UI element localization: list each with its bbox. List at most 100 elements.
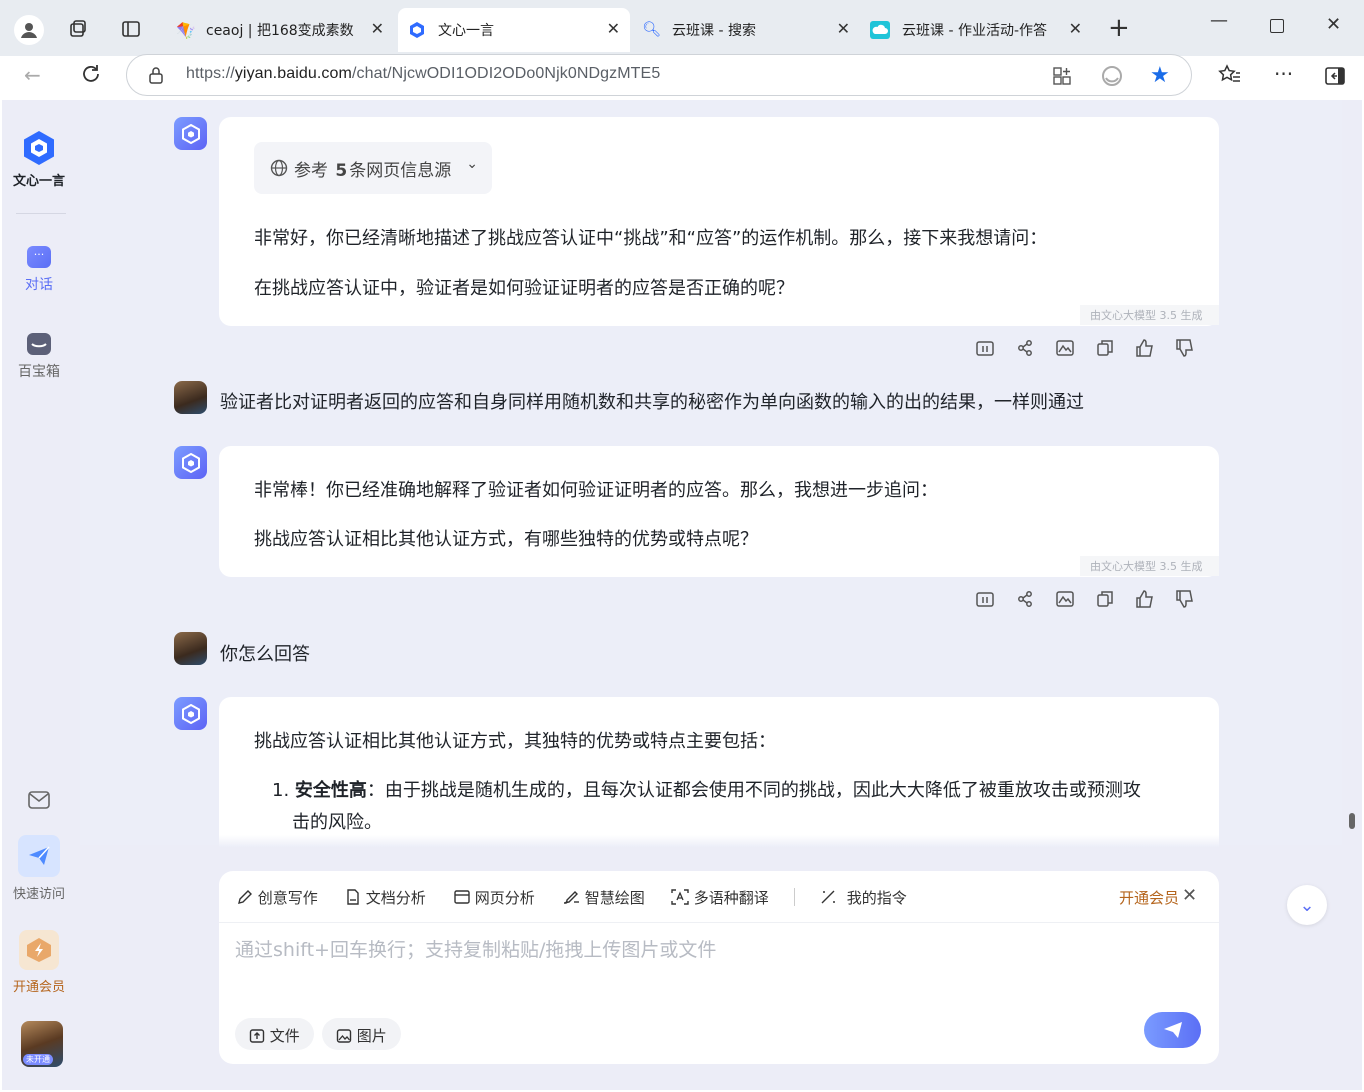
- favicon-icon: 🪁: [176, 21, 196, 40]
- close-icon[interactable]: ✕: [1182, 885, 1197, 906]
- send-button[interactable]: [1144, 1012, 1201, 1048]
- sidebar-toggle-icon[interactable]: [1325, 67, 1345, 89]
- message-input[interactable]: 通过shift+回车换行；支持复制粘贴/拖拽上传图片或文件: [235, 935, 716, 962]
- input-divider: [219, 922, 1219, 923]
- tab-title: ceaoj | 把168变成素数: [206, 23, 354, 39]
- export-icon[interactable]: [975, 589, 995, 609]
- wenxin-logo-icon: [24, 131, 54, 165]
- thumbs-up-icon[interactable]: [1135, 338, 1155, 358]
- search-icon: 🔍︎: [642, 20, 662, 38]
- back-icon[interactable]: ←: [24, 63, 41, 87]
- share-icon[interactable]: [1015, 338, 1035, 358]
- tool-smart-drawing[interactable]: 智慧绘图: [562, 887, 645, 908]
- app-available-icon[interactable]: [1052, 66, 1072, 90]
- new-tab-icon[interactable]: +: [1108, 14, 1130, 42]
- wenxin-favicon-icon: [408, 21, 426, 43]
- sidebar-item-label: 百宝箱: [18, 364, 60, 380]
- bot-avatar: [174, 697, 207, 730]
- sidebar-item-treasure[interactable]: 百宝箱: [0, 333, 78, 381]
- tab-yunbanke[interactable]: 云班课 - 作业活动-作答 ✕: [864, 8, 1092, 52]
- sidebar-quick-access[interactable]: 快速访问: [0, 835, 78, 902]
- sidebar-mail[interactable]: [0, 790, 78, 814]
- user-message-avatar: [174, 381, 207, 414]
- favorites-icon[interactable]: [1218, 64, 1242, 90]
- paper-plane-icon: [18, 835, 60, 877]
- close-tab-icon[interactable]: ✕: [837, 19, 850, 38]
- sidebar-item-label: 对话: [25, 277, 53, 293]
- tab-search[interactable]: 🔍︎ 云班课 - 搜索 ✕: [632, 8, 860, 52]
- file-upload-icon: [249, 1029, 265, 1043]
- edge-extension-icon[interactable]: [1101, 65, 1123, 91]
- refresh-icon[interactable]: [80, 63, 102, 90]
- scrollbar-thumb[interactable]: [1349, 813, 1355, 829]
- bot-message-line: 在挑战应答认证中，验证者是如何验证证明者的应答是否正确的呢？: [254, 278, 794, 299]
- sidebar-divider: [16, 213, 66, 214]
- bot-avatar: [174, 446, 207, 479]
- workspaces-icon[interactable]: [68, 19, 88, 39]
- lock-icon[interactable]: [148, 66, 164, 88]
- sidebar-vip[interactable]: 开通会员: [0, 930, 78, 995]
- tool-my-instructions[interactable]: 我的指令: [820, 887, 907, 908]
- url-text[interactable]: https://yiyan.baidu.com/chat/NjcwODI1ODI…: [186, 65, 660, 83]
- list-item-continuation: 击的风险。: [292, 812, 382, 833]
- list-item-title: 安全性高: [294, 780, 367, 801]
- browser-icon: [454, 890, 470, 904]
- export-icon[interactable]: [975, 338, 995, 358]
- upload-file-button[interactable]: 文件: [235, 1018, 314, 1050]
- user-avatar[interactable]: 未开通: [21, 1021, 63, 1067]
- send-icon: [1163, 1022, 1182, 1038]
- more-menu-icon[interactable]: ···: [1274, 62, 1293, 86]
- thumbs-down-icon[interactable]: [1175, 589, 1195, 609]
- maximize-icon[interactable]: [1270, 19, 1284, 33]
- sidebar-item-chat[interactable]: ··· 对话: [0, 246, 78, 294]
- browser-profile-button[interactable]: [14, 15, 44, 45]
- copy-icon[interactable]: [1095, 338, 1115, 358]
- bot-message-line: 挑战应答认证相比其他认证方式，其独特的优势或特点主要包括：: [254, 731, 776, 752]
- close-tab-icon[interactable]: ✕: [607, 19, 620, 38]
- copy-icon[interactable]: [1095, 589, 1115, 609]
- bot-message-line: 非常好，你已经清晰地描述了挑战应答认证中“挑战”和“应答”的运作机制。那么，接下…: [254, 228, 1048, 249]
- vip-button[interactable]: 开通会员: [1119, 887, 1179, 908]
- thumbs-down-icon[interactable]: [1175, 338, 1195, 358]
- favorite-star-icon[interactable]: ★: [1150, 63, 1170, 88]
- tool-creative-writing[interactable]: 创意写作: [237, 887, 318, 908]
- generated-by-label: 由文心大模型 3.5 生成: [1080, 305, 1219, 325]
- share-icon[interactable]: [1015, 589, 1035, 609]
- image-icon[interactable]: [1055, 589, 1075, 609]
- tool-web-analysis[interactable]: 网页分析: [454, 887, 535, 908]
- mail-icon: [28, 791, 50, 809]
- close-tab-icon[interactable]: ✕: [371, 19, 384, 38]
- toolbar-divider: [794, 888, 795, 906]
- list-number: 1.: [272, 780, 290, 801]
- user-message-avatar: [174, 632, 207, 665]
- tab-title: 云班课 - 搜索: [672, 23, 756, 39]
- tab-wenxin[interactable]: 文心一言 ✕: [398, 8, 630, 52]
- instruction-icon: [821, 890, 835, 904]
- tool-document-analysis[interactable]: 文档分析: [345, 887, 426, 908]
- user-message: 验证者比对证明者返回的应答和自身同样用随机数和共享的秘密作为单向函数的输入的出的…: [220, 392, 1084, 413]
- tool-translation[interactable]: 多语种翻译: [671, 887, 769, 908]
- image-icon[interactable]: [1055, 338, 1075, 358]
- tab-ceaoj[interactable]: 🪁 ceaoj | 把168变成素数 ✕: [166, 8, 394, 52]
- generated-by-label: 由文心大模型 3.5 生成: [1080, 556, 1219, 576]
- bot-message-line: 挑战应答认证相比其他认证方式，有哪些独特的优势或特点呢？: [254, 529, 758, 550]
- pen-icon: [238, 890, 252, 904]
- reference-sources-button[interactable]: 参考 5 条网页信息源 ⌄: [254, 142, 492, 194]
- globe-icon: [270, 159, 288, 177]
- thumbs-up-icon[interactable]: [1135, 589, 1155, 609]
- bot-message: [219, 446, 1219, 577]
- image-upload-icon: [336, 1029, 352, 1043]
- close-tab-icon[interactable]: ✕: [1069, 19, 1082, 38]
- bot-message-line: 非常棒！你已经准确地解释了验证者如何验证证明者的应答。那么，我想进一步追问：: [254, 480, 938, 501]
- translate-icon: [671, 889, 689, 905]
- list-item: 1. 安全性高：由于挑战是随机生成的，且每次认证都会使用不同的挑战，因此大大降低…: [272, 776, 1141, 802]
- upload-image-button[interactable]: 图片: [322, 1018, 401, 1050]
- logo[interactable]: 文心一言: [0, 130, 78, 189]
- tab-actions-icon[interactable]: [121, 19, 141, 39]
- close-window-icon[interactable]: ✕: [1326, 14, 1341, 35]
- minimize-icon[interactable]: —: [1210, 10, 1228, 31]
- tab-title: 文心一言: [438, 23, 494, 39]
- brush-icon: [563, 891, 579, 904]
- treasure-box-icon: [27, 333, 51, 355]
- scroll-to-bottom-button[interactable]: ⌄: [1287, 885, 1327, 925]
